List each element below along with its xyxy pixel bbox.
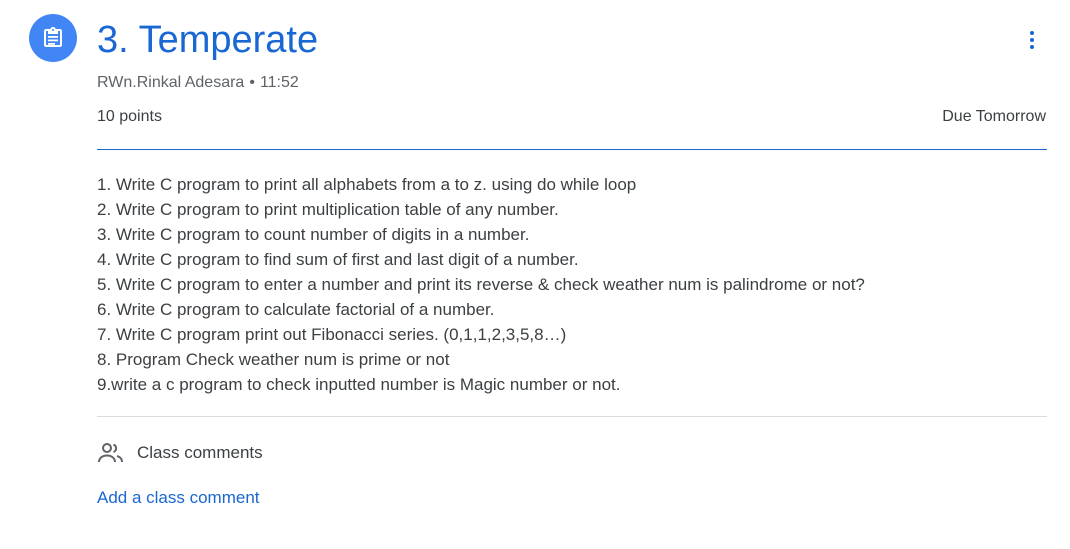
instruction-item: 6. Write C program to calculate factoria…	[97, 300, 495, 319]
assignment-meta: RWn.Rinkal Adesara • 11:52	[97, 72, 299, 94]
class-comments-header: Class comments	[97, 440, 263, 466]
assignment-icon	[29, 14, 77, 62]
instruction-item: 3. Write C program to count number of di…	[97, 225, 530, 244]
instruction-item: 7. Write C program print out Fibonacci s…	[97, 325, 567, 344]
instruction-item: 8. Program Check weather num is prime or…	[97, 350, 450, 369]
comments-divider	[97, 416, 1047, 417]
instruction-item: 9.write a c program to check inputted nu…	[97, 375, 621, 394]
instruction-item: 2. Write C program to print multiplicati…	[97, 200, 559, 219]
author-name: RWn.Rinkal Adesara	[97, 74, 245, 91]
add-class-comment-link[interactable]: Add a class comment	[97, 486, 260, 510]
people-icon	[97, 441, 125, 465]
instructions-list: 1. Write C program to print all alphabet…	[97, 172, 1047, 397]
more-options-button[interactable]	[1014, 22, 1050, 58]
instruction-item: 5. Write C program to enter a number and…	[97, 275, 865, 294]
assignment-title: 3. Temperate	[97, 19, 319, 61]
meta-separator: •	[249, 74, 255, 91]
post-time: 11:52	[259, 74, 299, 91]
due-date-label: Due Tomorrow	[942, 108, 1046, 125]
clipboard-icon	[44, 27, 62, 47]
header-divider	[97, 149, 1047, 150]
instruction-item: 1. Write C program to print all alphabet…	[97, 175, 637, 194]
class-comments-label: Class comments	[137, 443, 263, 462]
instruction-item: 4. Write C program to find sum of first …	[97, 250, 579, 269]
more-vert-icon	[1030, 31, 1034, 35]
points-label: 10 points	[97, 108, 162, 125]
